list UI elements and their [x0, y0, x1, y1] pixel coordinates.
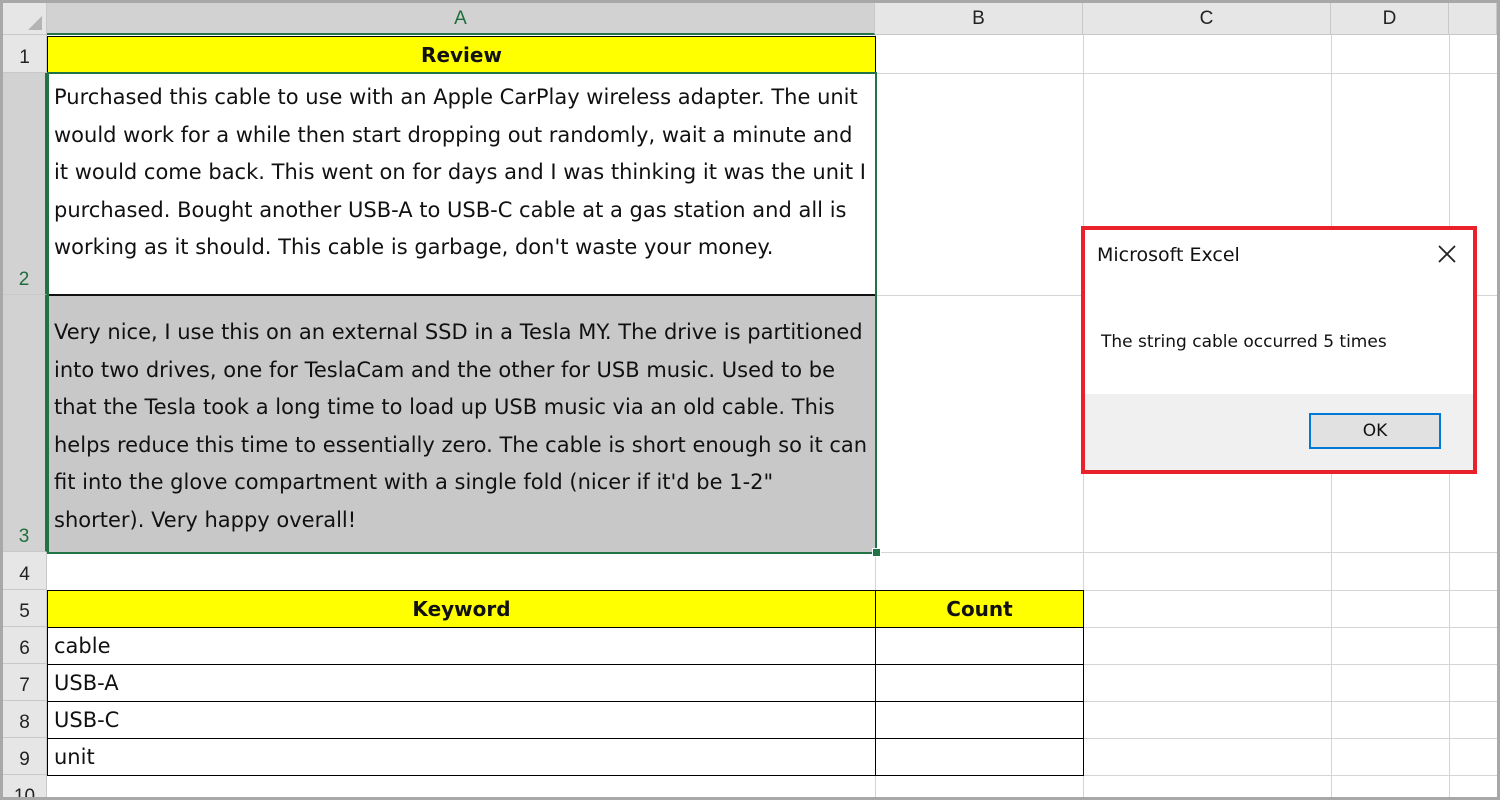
cell-a8-keyword[interactable]: USB-C	[47, 701, 876, 739]
row-header-8[interactable]: 8	[3, 701, 47, 738]
row-header-5[interactable]: 5	[3, 590, 47, 627]
select-all-button[interactable]	[3, 3, 47, 35]
row-header-3[interactable]: 3	[3, 295, 47, 552]
dialog-footer: OK	[1085, 394, 1473, 470]
dialog-message: The string cable occurred 5 times	[1101, 332, 1387, 352]
close-icon[interactable]	[1433, 240, 1461, 268]
cell-a3-review-text[interactable]: Very nice, I use this on an external SSD…	[48, 296, 875, 552]
row-number: 9	[19, 749, 30, 770]
column-header-e[interactable]	[1449, 3, 1497, 35]
message-box-dialog: Microsoft Excel The string cable occurre…	[1081, 226, 1477, 474]
row-number: 5	[19, 601, 30, 622]
row-number: 6	[19, 638, 30, 659]
cell-a7-keyword[interactable]: USB-A	[47, 664, 876, 702]
dialog-titlebar[interactable]: Microsoft Excel	[1085, 230, 1473, 286]
dialog-title: Microsoft Excel	[1097, 244, 1240, 266]
row-header-10[interactable]: 10	[3, 775, 47, 800]
cell-b7-count[interactable]	[875, 664, 1084, 702]
row-header-9[interactable]: 9	[3, 738, 47, 775]
row-number: 8	[19, 712, 30, 733]
select-all-triangle-icon	[28, 16, 42, 30]
column-header-b[interactable]: B	[875, 3, 1083, 35]
row-number: 1	[19, 47, 30, 68]
cell-a6-keyword[interactable]: cable	[47, 627, 876, 665]
row-number: 4	[19, 564, 30, 585]
dialog-body: The string cable occurred 5 times	[1085, 286, 1473, 394]
row-number: 3	[18, 526, 30, 547]
gridline	[47, 552, 1497, 553]
column-header-d[interactable]: D	[1331, 3, 1449, 35]
row-number: 7	[19, 675, 30, 696]
ok-button[interactable]: OK	[1309, 413, 1441, 449]
row-header-2[interactable]: 2	[3, 73, 47, 295]
row-header-4[interactable]: 4	[3, 552, 47, 590]
row-header-1[interactable]: 1	[3, 35, 47, 73]
row-header-7[interactable]: 7	[3, 664, 47, 701]
cell-b6-count[interactable]	[875, 627, 1084, 665]
row-header-6[interactable]: 6	[3, 627, 47, 664]
column-header-c[interactable]: C	[1083, 3, 1331, 35]
cell-a9-keyword[interactable]: unit	[47, 738, 876, 776]
cell-a2-review-text[interactable]: Purchased this cable to use with an Appl…	[48, 74, 875, 295]
cell-a5-keyword-header[interactable]: Keyword	[47, 590, 876, 628]
cell-a1-review-header[interactable]: Review	[47, 36, 876, 74]
fill-handle[interactable]	[872, 548, 881, 557]
cell-b9-count[interactable]	[875, 738, 1084, 776]
column-header-a[interactable]: A	[47, 3, 875, 35]
row-number: 2	[18, 269, 30, 290]
worksheet-grid[interactable]: A B C D 1 2 3 4 5 6 7 8 9 10 Review Purc…	[3, 3, 1497, 797]
cell-b8-count[interactable]	[875, 701, 1084, 739]
excel-window: A B C D 1 2 3 4 5 6 7 8 9 10 Review Purc…	[0, 0, 1500, 800]
cell-b5-count-header[interactable]: Count	[875, 590, 1084, 628]
row-number: 10	[13, 786, 36, 800]
